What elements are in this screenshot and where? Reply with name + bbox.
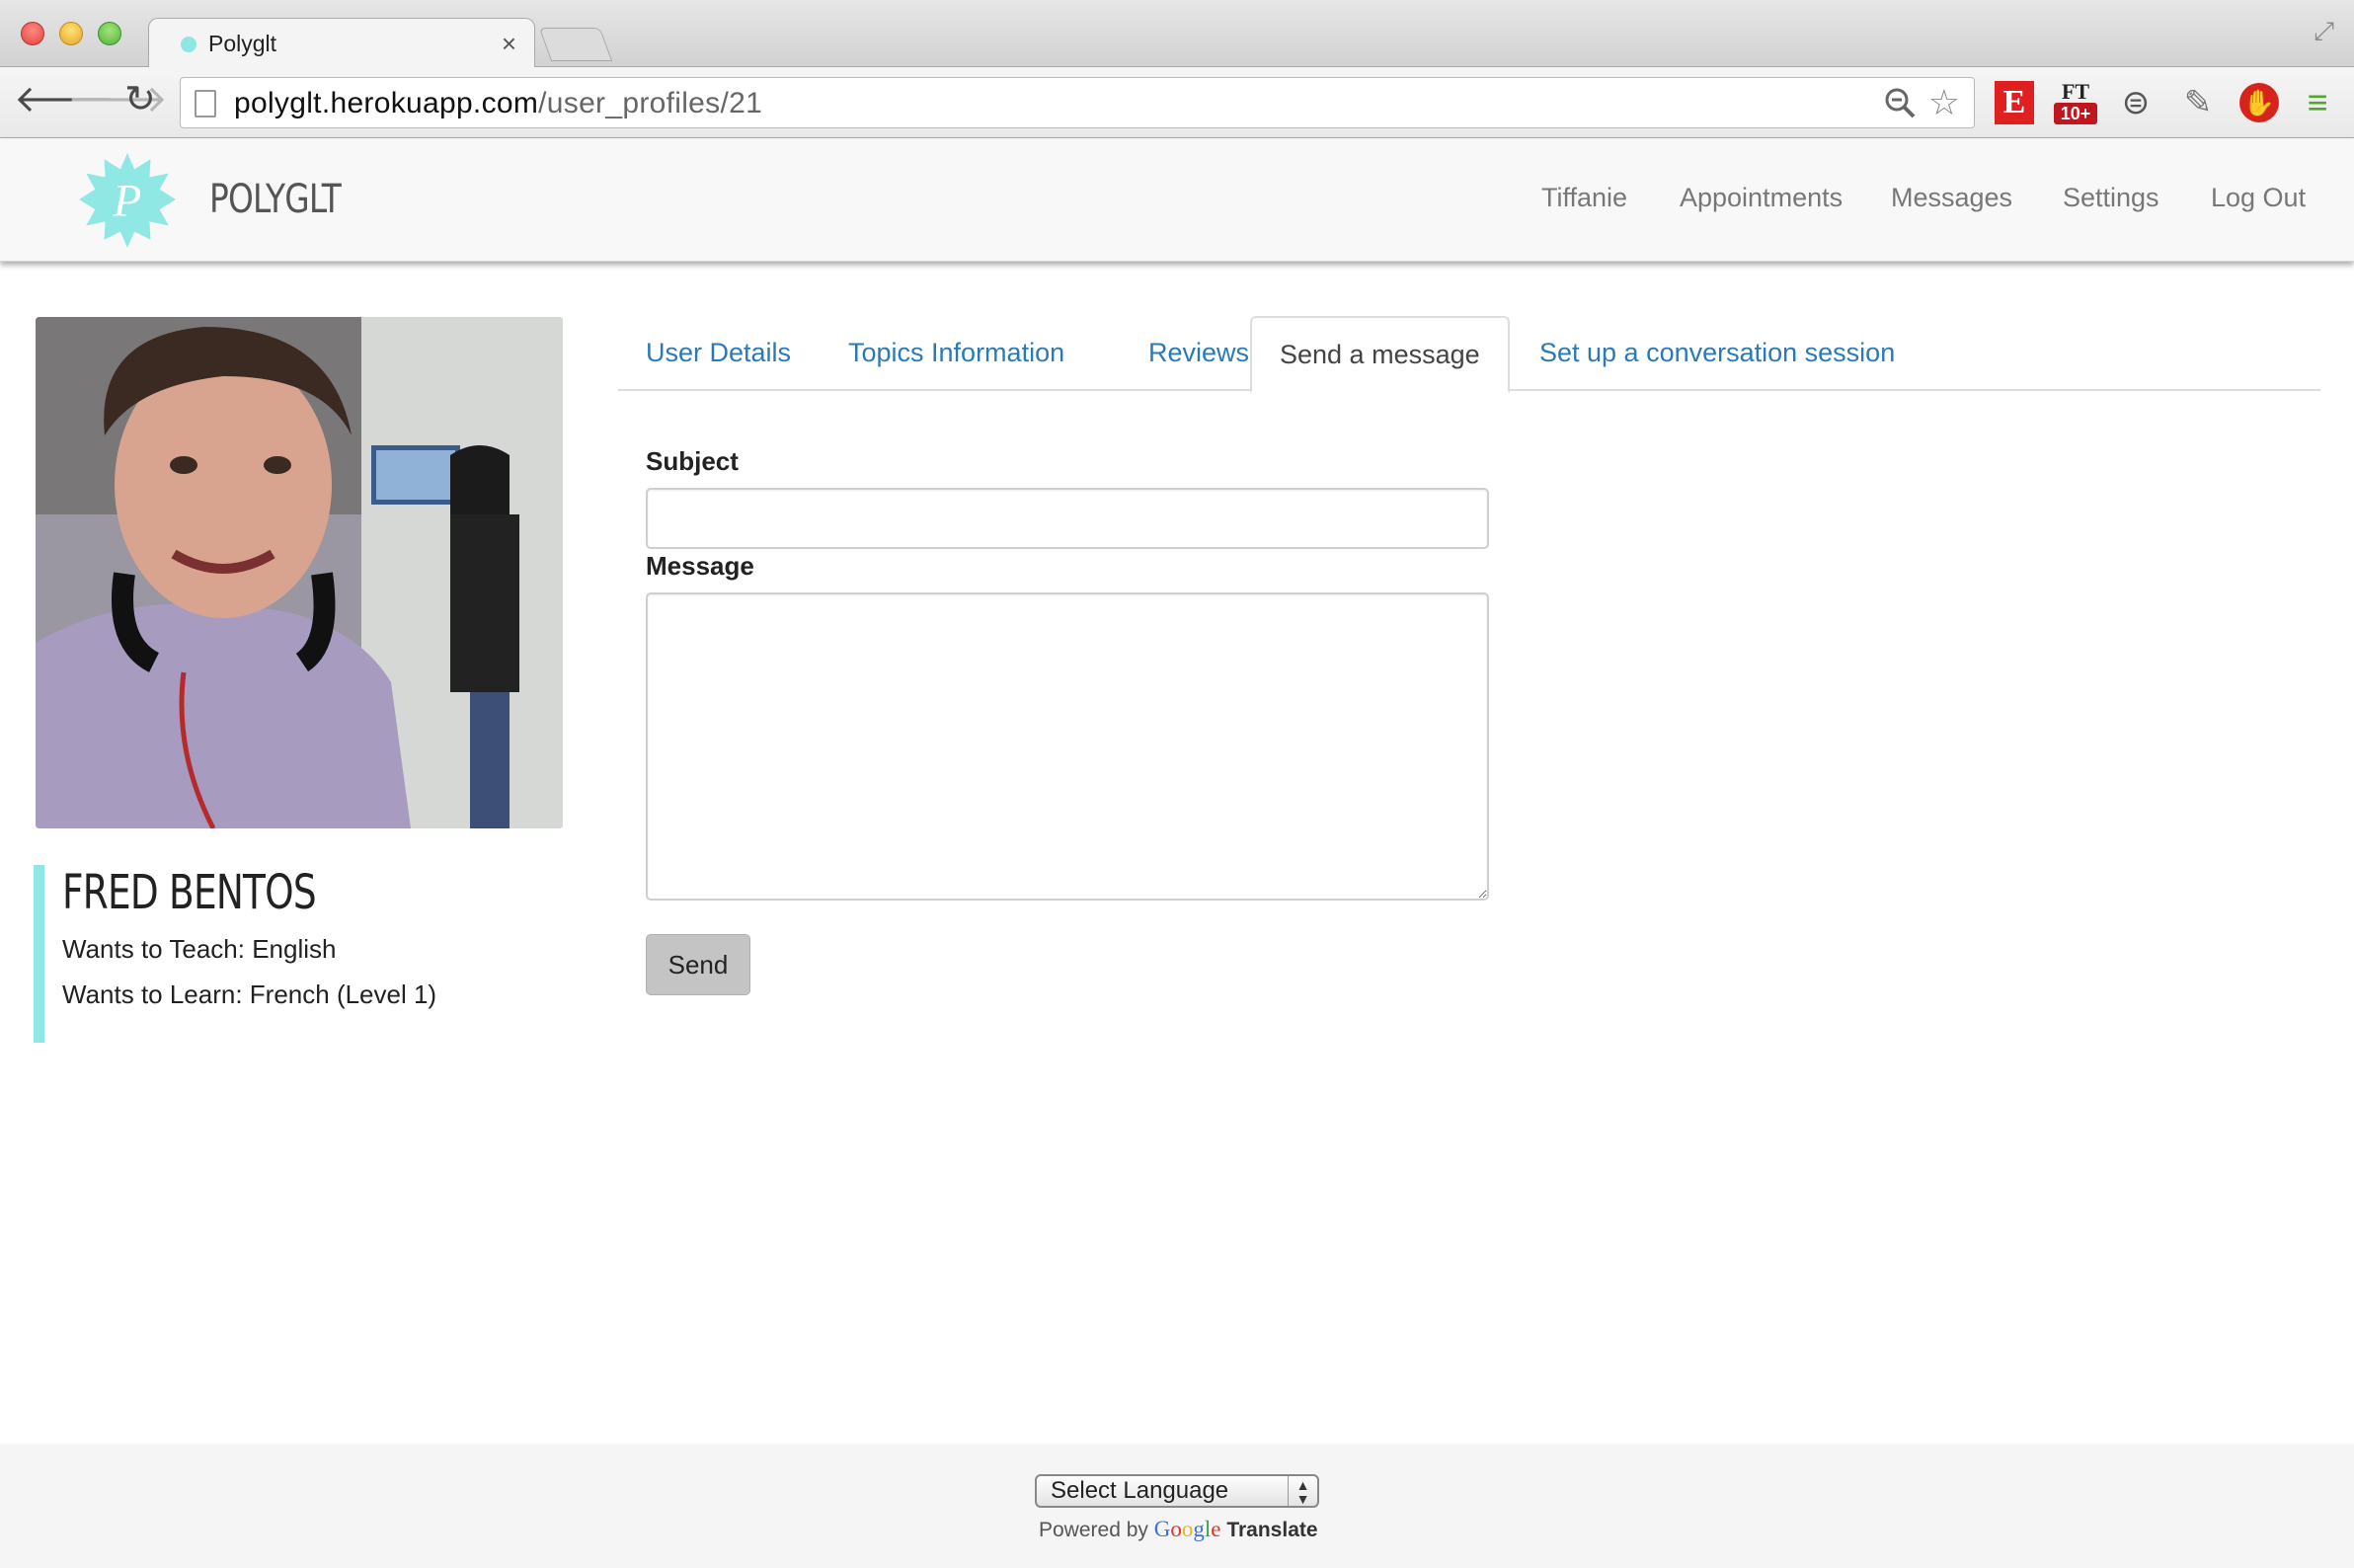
nav-link-settings[interactable]: Settings <box>2063 183 2159 213</box>
nav-link-messages[interactable]: Messages <box>1891 183 2012 213</box>
tab-user-details[interactable]: User Details <box>618 316 819 391</box>
message-label: Message <box>646 551 754 581</box>
favicon-icon <box>181 37 196 52</box>
nav-link-appointments[interactable]: Appointments <box>1680 183 1843 213</box>
ft-badge: 10+ <box>2054 103 2097 124</box>
adblock-extension-icon[interactable]: ✋ <box>2239 83 2279 122</box>
page-icon <box>195 90 216 118</box>
bookmark-star-icon[interactable]: ☆ <box>1928 82 1960 123</box>
profile-tabs: User Details Topics Information Reviews … <box>618 316 2320 393</box>
close-tab-icon[interactable]: × <box>502 29 516 59</box>
polyglt-logo-icon[interactable]: P <box>77 151 178 252</box>
nav-link-logout[interactable]: Log Out <box>2211 183 2306 213</box>
subject-input[interactable] <box>646 488 1489 549</box>
powered-by-google-translate: Powered by Google Translate <box>1039 1517 1318 1542</box>
profile-photo <box>36 317 563 828</box>
powered-by-text: Powered by <box>1039 1519 1148 1541</box>
url-text[interactable]: polyglt.herokuapp.com/user_profiles/21 <box>234 87 762 120</box>
translate-text: Translate <box>1226 1519 1318 1541</box>
new-tab-button[interactable] <box>538 28 613 61</box>
site-header: P POLYGLT Tiffanie Appointments Messages… <box>0 139 2354 262</box>
browser-tabstrip: Polyglt × ⤢ <box>0 0 2354 68</box>
reload-icon[interactable]: ↻ <box>124 81 156 118</box>
footer: Select Language ▲ ▼ Powered by Google Tra… <box>0 1444 2354 1568</box>
nav-link-user[interactable]: Tiffanie <box>1541 183 1627 213</box>
browser-tab[interactable]: Polyglt × <box>148 18 535 68</box>
browser-tab-title: Polyglt <box>208 31 277 56</box>
subject-label: Subject <box>646 446 739 476</box>
zoom-icon[interactable] <box>1883 86 1917 127</box>
language-select[interactable]: Select Language ▲ ▼ <box>1035 1474 1319 1508</box>
minimize-window-button[interactable] <box>59 22 83 45</box>
profile-info: FRED BENTOS Wants to Teach: English Want… <box>34 865 527 1043</box>
svg-text:P: P <box>113 175 142 226</box>
fullscreen-icon[interactable]: ⤢ <box>2314 16 2334 47</box>
language-select-value: Select Language <box>1051 1477 1229 1504</box>
ft-extension-icon[interactable]: FT 10+ <box>2054 81 2097 124</box>
brand-name[interactable]: POLYGLT <box>209 177 342 222</box>
address-bar[interactable]: polyglt.herokuapp.com/user_profiles/21 ☆ <box>180 77 1975 128</box>
wants-to-learn: Wants to Learn: French (Level 1) <box>62 980 437 1009</box>
tab-send-message[interactable]: Send a message <box>1250 316 1510 393</box>
zoom-window-button[interactable] <box>98 22 121 45</box>
google-logo[interactable]: Google <box>1154 1517 1221 1541</box>
evernote-extension-icon[interactable]: E <box>1995 81 2034 124</box>
profile-name: FRED BENTOS <box>62 865 317 920</box>
tab-conversation-session[interactable]: Set up a conversation session <box>1512 316 1922 391</box>
wants-to-teach: Wants to Teach: English <box>62 934 337 964</box>
chrome-menu-icon[interactable]: ≡ <box>2301 81 2334 124</box>
select-arrows-icon: ▲ ▼ <box>1288 1476 1317 1506</box>
message-textarea[interactable] <box>646 592 1489 901</box>
pocket-extension-icon[interactable]: ⊜ <box>2115 81 2157 124</box>
browser-toolbar: 🡐 🡒 ↻ polyglt.herokuapp.com/user_profile… <box>0 67 2354 138</box>
tab-topics-information[interactable]: Topics Information <box>821 316 1092 391</box>
eyedropper-extension-icon[interactable]: ✎ <box>2178 81 2218 124</box>
close-window-button[interactable] <box>21 22 44 45</box>
send-button[interactable]: Send <box>646 934 750 995</box>
